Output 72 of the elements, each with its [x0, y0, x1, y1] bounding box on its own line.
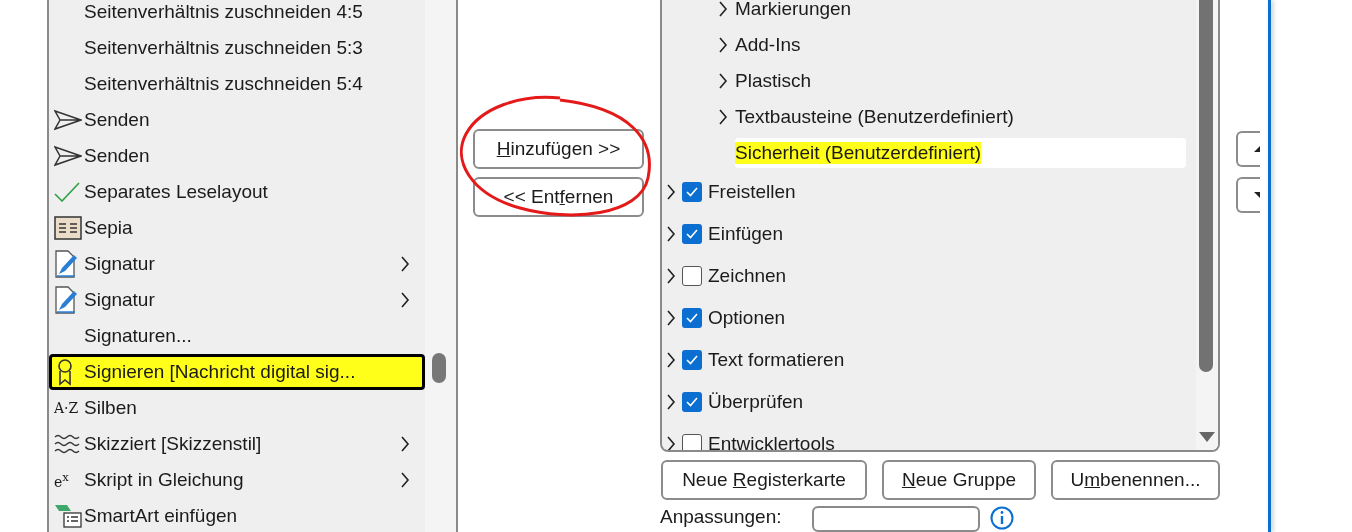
- command-item[interactable]: Skizziert [Skizzenstil]: [49, 426, 425, 462]
- checkbox[interactable]: [682, 182, 702, 202]
- symbol-icon: e$^{x}$: [54, 470, 69, 490]
- command-item[interactable]: Sepia: [49, 210, 425, 246]
- tree-item[interactable]: Sicherheit (Benutzerdefiniert): [735, 138, 1186, 168]
- scroll-down-icon[interactable]: [1199, 432, 1215, 442]
- pen-document-icon: [54, 286, 80, 314]
- tree-item[interactable]: Plastisch: [735, 66, 1186, 96]
- pen-document-icon: [54, 250, 80, 278]
- command-item[interactable]: Senden: [49, 138, 425, 174]
- remove-button[interactable]: << Entfernen: [473, 177, 644, 217]
- chevron-right-icon: [666, 352, 676, 368]
- send-icon: [54, 109, 82, 131]
- command-item[interactable]: Seitenverhältnis zuschneiden 5:3: [49, 30, 425, 66]
- command-item[interactable]: SmartArt einfügen: [49, 498, 425, 532]
- symbol-icon: A·Z: [54, 400, 79, 416]
- chevron-right-icon: [666, 226, 676, 242]
- chevron-right-icon: [666, 436, 676, 450]
- wavy-lines-icon: [54, 433, 82, 455]
- chevron-right-icon: [666, 184, 676, 200]
- command-item[interactable]: e$^{x}$ Skript in Gleichung: [49, 462, 425, 498]
- checkbox[interactable]: [682, 392, 702, 412]
- command-item[interactable]: Signatur: [49, 246, 425, 282]
- command-item[interactable]: A·Z Silben: [49, 390, 425, 426]
- tab-label[interactable]: Entwicklertools: [708, 433, 835, 450]
- dialog-button[interactable]: Umbenennen...: [1051, 460, 1220, 500]
- checkbox[interactable]: [682, 434, 702, 450]
- move-up-button[interactable]: [1236, 131, 1260, 167]
- scrollbar-thumb[interactable]: [432, 353, 446, 383]
- checkmark-icon: [686, 355, 698, 365]
- command-item[interactable]: Senden: [49, 102, 425, 138]
- command-item[interactable]: Signieren [Nachricht digital sig...: [49, 354, 425, 390]
- checkmark-icon: [686, 229, 698, 239]
- command-list[interactable]: [47, 0, 458, 532]
- dialog-button[interactable]: Neue Registerkarte: [661, 460, 867, 500]
- smartart-icon: [54, 503, 82, 529]
- add-button[interactable]: Hinzufügen >>: [473, 129, 644, 169]
- send-icon: [54, 145, 82, 167]
- tab-label[interactable]: Überprüfen: [708, 391, 804, 413]
- caret-icon: [1254, 146, 1260, 152]
- command-item[interactable]: Separates Leselayout: [49, 174, 425, 210]
- document-lines-icon: [54, 216, 82, 240]
- customizations-label: Anpassungen:: [660, 506, 782, 528]
- checkbox[interactable]: [682, 224, 702, 244]
- tab-label[interactable]: Text formatieren: [708, 349, 845, 371]
- command-item[interactable]: Seitenverhältnis zuschneiden 4:5: [49, 0, 425, 30]
- tab-label[interactable]: Einfügen: [708, 223, 783, 245]
- checkmark-icon: [686, 187, 698, 197]
- move-down-button[interactable]: [1236, 177, 1260, 213]
- tab-label[interactable]: Optionen: [708, 307, 786, 329]
- tree-item[interactable]: Add-Ins: [735, 30, 1186, 60]
- tab-label[interactable]: Zeichnen: [708, 265, 787, 287]
- info-icon[interactable]: [989, 506, 1014, 530]
- checkmark-icon: [686, 397, 698, 407]
- command-item[interactable]: Seitenverhältnis zuschneiden 5:4: [49, 66, 425, 102]
- check-icon: [54, 182, 80, 202]
- tree-item[interactable]: Markierungen: [735, 0, 1186, 24]
- tree-item[interactable]: Textbausteine (Benutzerdefiniert): [735, 102, 1186, 132]
- dialog-button[interactable]: Neue Gruppe: [882, 460, 1036, 500]
- checkmark-icon: [686, 313, 698, 323]
- checkbox[interactable]: [682, 350, 702, 370]
- chevron-right-icon: [666, 310, 676, 326]
- checkbox[interactable]: [682, 308, 702, 328]
- command-item[interactable]: Signatur: [49, 282, 425, 318]
- chevron-right-icon: [666, 394, 676, 410]
- tab-label[interactable]: Freistellen: [708, 181, 796, 203]
- input-field[interactable]: [811, 506, 980, 532]
- caret-icon: [1254, 192, 1260, 198]
- checkbox[interactable]: [682, 266, 702, 286]
- scrollbar-thumb[interactable]: [1199, 0, 1213, 372]
- command-item[interactable]: Signaturen...: [49, 318, 425, 354]
- chevron-right-icon: [666, 268, 676, 284]
